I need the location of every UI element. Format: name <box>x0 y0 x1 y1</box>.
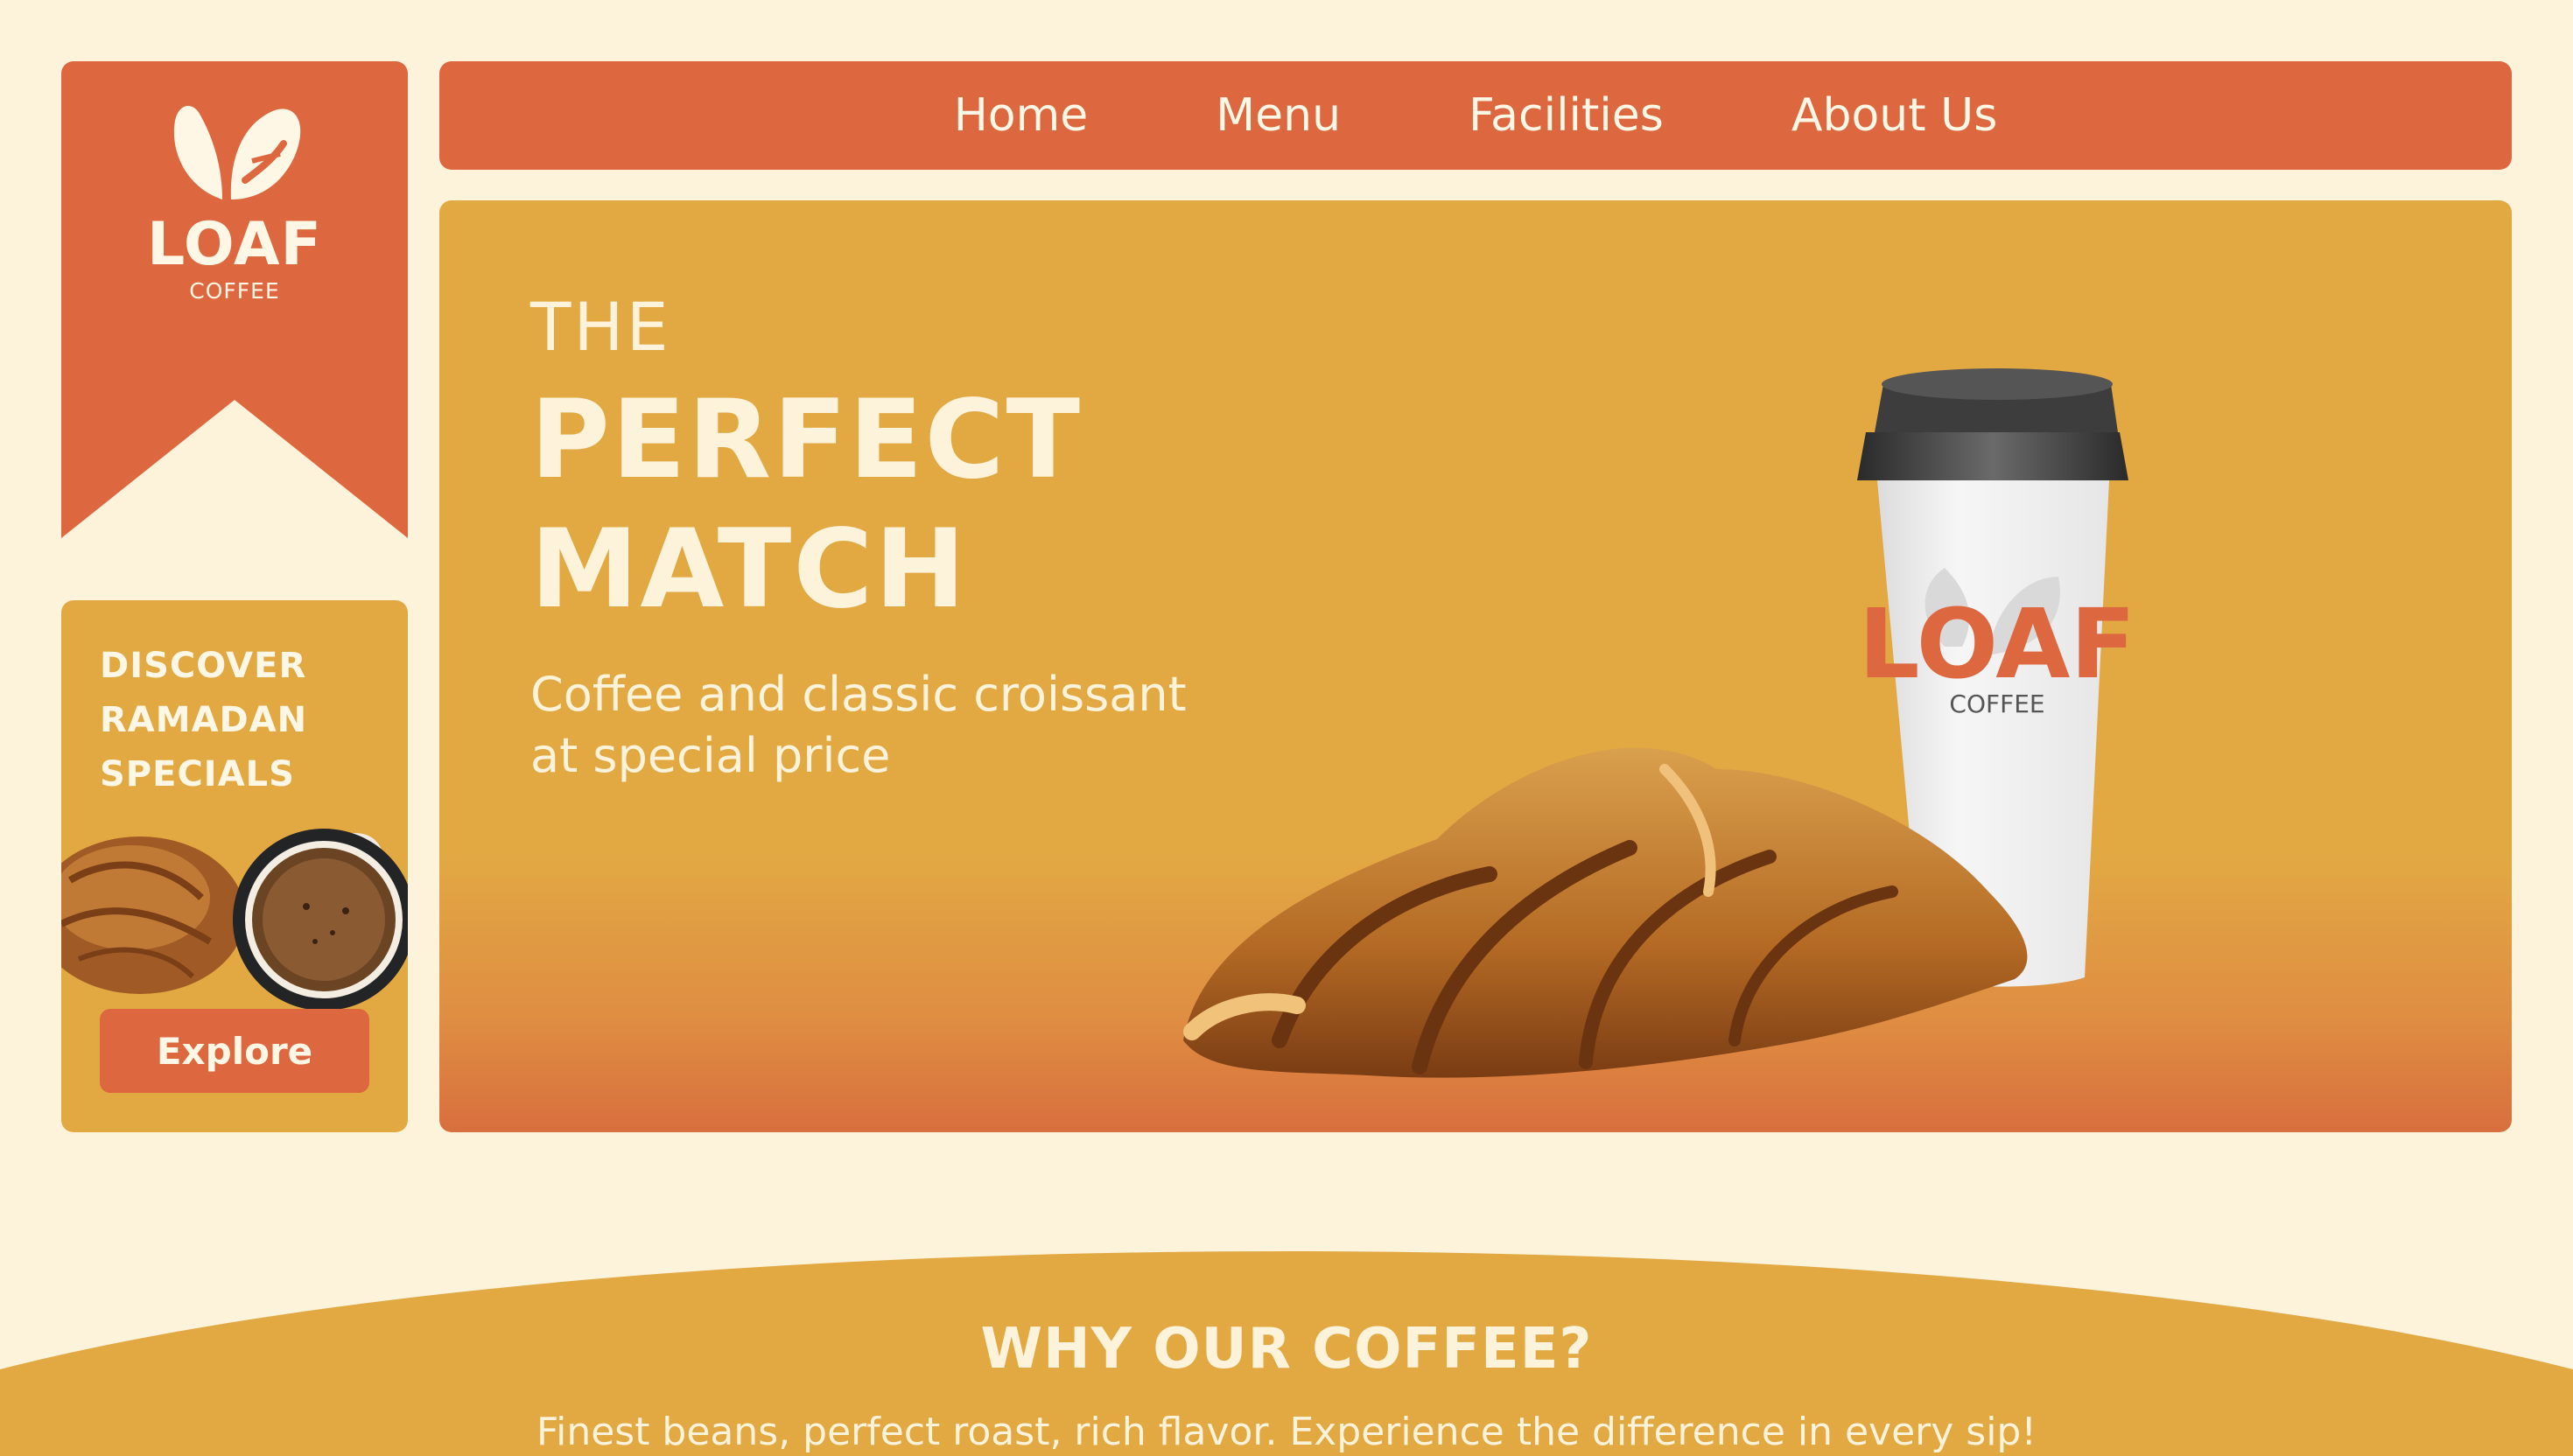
nav-link-about-us[interactable]: About Us <box>1756 89 1997 142</box>
top-navigation: Home Menu Facilities About Us <box>439 61 2512 170</box>
promo-title-line: DISCOVER <box>100 646 307 686</box>
section-subtitle: Finest beans, perfect roast, rich flavor… <box>536 1410 2037 1454</box>
hero-subtitle-line: Coffee and classic croissant <box>530 667 1187 722</box>
nav-link-home[interactable]: Home <box>954 89 1089 142</box>
section-title: WHY OUR COFFEE? <box>980 1317 1593 1382</box>
promo-title-line: RAMADAN <box>100 700 308 740</box>
brand-tagline: COFFEE <box>189 278 280 304</box>
nav-link-facilities[interactable]: Facilities <box>1434 89 1664 142</box>
promo-title: DISCOVER RAMADAN SPECIALS <box>100 639 380 802</box>
hero-subtitle-line: at special price <box>530 728 891 783</box>
brand-logo[interactable]: LOAF COFFEE <box>61 61 408 538</box>
cup-tagline-text: COFFEE <box>1949 690 2044 718</box>
cup-brand-text: LOAF <box>1858 588 2135 700</box>
brand-name: LOAF <box>147 210 322 279</box>
hero-banner: THE PERFECT MATCH Coffee and classic cro… <box>439 200 2512 1132</box>
hero-subtitle: Coffee and classic croissant at special … <box>530 664 1195 787</box>
explore-button[interactable]: Explore <box>100 1009 369 1093</box>
why-our-coffee-section: WHY OUR COFFEE? Finest beans, perfect ro… <box>0 1221 2573 1456</box>
coffee-bean-logo-icon <box>173 105 301 200</box>
croissant-and-coffee-cup-image: LOAF COFFEE <box>1183 368 2136 1078</box>
nav-link-menu[interactable]: Menu <box>1181 89 1341 142</box>
ramadan-promo-card: DISCOVER RAMADAN SPECIALS Explore <box>61 600 408 1132</box>
promo-title-line: SPECIALS <box>100 754 295 794</box>
hero-kicker: THE <box>530 288 671 366</box>
